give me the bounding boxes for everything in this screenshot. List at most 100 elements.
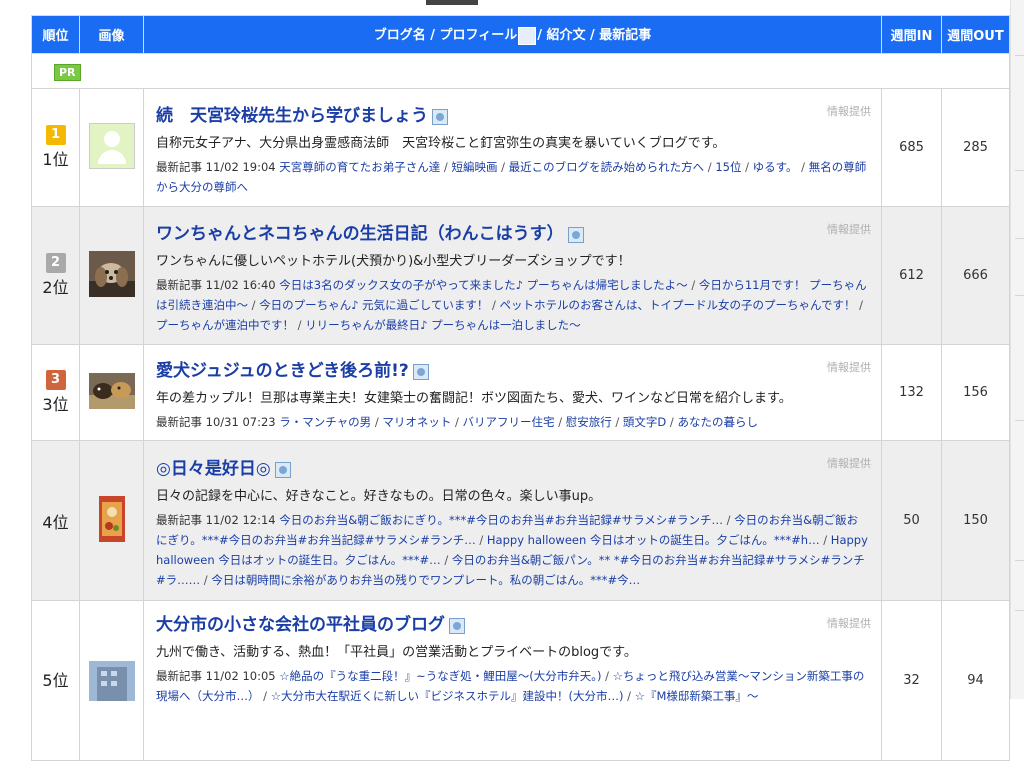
top-scroll-indicator	[426, 0, 478, 5]
no-image-avatar[interactable]	[88, 122, 135, 169]
profile-icon[interactable]	[274, 461, 291, 478]
blog-title-link[interactable]: ◎日々是好日◎	[156, 459, 271, 479]
latest-articles: 最新記事 11/02 12:14 今日のお弁当&朝ご飯おにぎり。***#今日のお…	[156, 513, 868, 587]
rank-label: 1位	[42, 150, 69, 169]
rank-cell: 2 2位	[31, 206, 80, 345]
rank-label: 2位	[42, 278, 69, 297]
table-row: 3 3位 愛犬ジュジュのときどき後ろ前!? 情報提供 年の差カップル！旦那は専業…	[31, 344, 1010, 441]
article-link[interactable]: リリーちゃんが最終日♪ プーちゃんは一泊しました～	[305, 318, 581, 332]
rank-cell: 1 1位	[31, 88, 80, 207]
info-provided-label[interactable]: 情報提供	[827, 615, 871, 631]
profile-icon[interactable]	[432, 108, 448, 125]
week-in-value: 32	[881, 600, 942, 761]
article-link[interactable]: 慰安旅行	[566, 415, 612, 429]
blog-description: ワンちゃんに優しいペットホテル(犬預かり)&小型犬ブリーダーズショップです！	[156, 254, 631, 269]
article-link[interactable]: ☆絶品の『うな重二段！』~うなぎ処・鯉田屋～(大分市弁天。)	[279, 669, 601, 683]
article-link[interactable]: 今日のお弁当&朝ご飯おにぎり。***#今日のお弁当#お弁当記録#サラメシ#ランチ…	[279, 513, 723, 527]
image-cell	[79, 440, 144, 601]
week-out-value: 666	[941, 206, 1010, 345]
dog-photo-thumbnail[interactable]	[88, 250, 135, 297]
article-link[interactable]: 今日のプーちゃん♪ 元気に過ごしています！	[259, 298, 488, 312]
info-provided-label[interactable]: 情報提供	[827, 103, 871, 119]
bronze-crown-icon: 3	[45, 370, 66, 390]
dogs-photo-thumbnail[interactable]	[88, 372, 135, 409]
food-photo-thumbnail[interactable]	[98, 495, 125, 542]
latest-date: 10/31 07:23	[205, 415, 276, 429]
article-link[interactable]: 最近このブログを読み始められた方へ	[509, 160, 705, 174]
article-link[interactable]: ラ・マンチャの男	[279, 415, 371, 429]
blog-cell: ワンちゃんとネコちゃんの生活日記（わんこはうす） 情報提供 ワンちゃんに優しいペ…	[143, 206, 882, 345]
week-in-value: 685	[881, 88, 942, 207]
rank-cell: 3 3位	[31, 344, 80, 441]
latest-date: 11/02 10:05	[205, 669, 276, 683]
header-week-out: 週間OUT	[941, 15, 1010, 54]
header-rank: 順位	[31, 15, 80, 54]
article-link[interactable]: 頭文字D	[623, 415, 666, 429]
blog-description: 年の差カップル！旦那は専業主夫！女建築士の奮闘記！ボツ図面たち、愛犬、ワインなど…	[156, 391, 792, 406]
profile-icon[interactable]	[412, 363, 429, 380]
latest-date: 11/02 16:40	[205, 278, 276, 292]
latest-label: 最新記事	[156, 669, 202, 683]
building-photo-thumbnail[interactable]	[88, 661, 135, 701]
info-provided-label[interactable]: 情報提供	[827, 221, 871, 237]
header-blog-intro-latest: / 紹介文 / 最新記事	[537, 28, 652, 44]
info-provided-label[interactable]: 情報提供	[827, 455, 871, 471]
header-blog: ブログ名 / プロフィール / 紹介文 / 最新記事	[143, 15, 882, 54]
article-link[interactable]: ペットホテルのお客さんは、トイプードル女の子のプーちゃんです！	[500, 298, 856, 312]
table-row: 4位 ◎日々是好日◎ 情報提供 日々の記録を中心に、好きなこと。好きなもの。日常…	[31, 440, 1010, 601]
image-cell	[79, 600, 144, 761]
latest-date: 11/02 19:04	[205, 160, 276, 174]
article-link[interactable]: 今日は朝時間に余裕がありお弁当の残りでワンプレート。私の朝ごはん。***#今…	[211, 573, 640, 587]
profile-icon[interactable]	[567, 226, 584, 243]
profile-icon[interactable]	[449, 617, 465, 634]
blog-description: 自称元女子アナ、大分県出身霊感商法師 天宮玲桜こと釘宮弥生の真実を暴いていくブロ…	[156, 136, 726, 151]
week-in-value: 50	[881, 440, 942, 601]
table-row: 1 1位 続 天宮玲桜先生から学びましょう 情報提供 自称元女子アナ、大分県出身…	[31, 88, 1010, 207]
article-link[interactable]: ゆるす。	[753, 160, 798, 174]
latest-label: 最新記事	[156, 513, 202, 527]
header-blog-name-profile: ブログ名 / プロフィール	[373, 28, 518, 44]
blog-title-link[interactable]: 続 天宮玲桜先生から学びましょう	[156, 106, 428, 126]
blog-title-link[interactable]: 大分市の小さな会社の平社員のブログ	[156, 615, 445, 635]
article-link[interactable]: マリオネット	[382, 415, 451, 429]
latest-label: 最新記事	[156, 415, 202, 429]
blog-cell: 大分市の小さな会社の平社員のブログ 情報提供 九州で働き、活動する、熱血！「平社…	[143, 600, 882, 761]
article-link[interactable]: 天宮尊師の育てたお弟子さん達	[279, 160, 440, 174]
blog-cell: ◎日々是好日◎ 情報提供 日々の記録を中心に、好きなこと。好きなもの。日常の色々…	[143, 440, 882, 601]
rank-label: 3位	[42, 395, 69, 414]
table-row: 2 2位 ワンちゃんとネコちゃんの生活日記（わんこはうす） 情報提供 ワンちゃん…	[31, 206, 1010, 345]
header-week-in: 週間IN	[881, 15, 942, 54]
article-link[interactable]: Happy halloween 今日はオットの誕生日。夕ごはん。***#h…	[487, 533, 820, 547]
article-link[interactable]: あなたの暮らし	[677, 415, 758, 429]
article-link[interactable]: 短編映画	[451, 160, 497, 174]
blog-description: 日々の記録を中心に、好きなこと。好きなもの。日常の色々。楽しい事up。	[156, 489, 602, 504]
image-cell	[79, 344, 144, 441]
rank-cell: 5位	[31, 600, 80, 761]
latest-date: 11/02 12:14	[205, 513, 276, 527]
article-link[interactable]: プーちゃんが連泊中です！	[156, 318, 294, 332]
week-in-value: 132	[881, 344, 942, 441]
article-link[interactable]: ☆大分市大在駅近くに新しい『ビジネスホテル』建設中！(大分市…)	[271, 689, 624, 703]
article-link[interactable]: 15位	[715, 160, 741, 174]
silver-crown-icon: 2	[45, 253, 66, 273]
article-link[interactable]: バリアフリー住宅	[463, 415, 555, 429]
blog-title-link[interactable]: ワンちゃんとネコちゃんの生活日記（わんこはうす）	[156, 224, 564, 244]
article-link[interactable]: ☆『M様邸新築工事』～	[635, 689, 759, 703]
right-side-panel	[1010, 0, 1024, 699]
latest-label: 最新記事	[156, 160, 202, 174]
blog-cell: 続 天宮玲桜先生から学びましょう 情報提供 自称元女子アナ、大分県出身霊感商法師…	[143, 88, 882, 207]
latest-label: 最新記事	[156, 278, 202, 292]
image-cell	[79, 88, 144, 207]
info-provided-label[interactable]: 情報提供	[827, 359, 871, 375]
article-link[interactable]: 今日は3名のダックス女の子がやって来ました♪ プーちゃんは帰宅しましたよ～	[279, 278, 687, 292]
rank-label: 5位	[42, 671, 69, 690]
blog-title-link[interactable]: 愛犬ジュジュのときどき後ろ前!?	[156, 361, 409, 381]
gold-crown-icon: 1	[45, 125, 66, 145]
blog-description: 九州で働き、活動する、熱血！「平社員」の営業活動とプライベートのblogです。	[156, 645, 637, 660]
profile-icon	[518, 26, 537, 45]
pr-badge[interactable]: PR	[54, 64, 81, 81]
image-cell	[79, 206, 144, 345]
table-row: 5位 大分市の小さな会社の平社員のブログ 情報提供 九州で働き、活動する、熱血！…	[31, 600, 1010, 761]
week-out-value: 285	[941, 88, 1010, 207]
latest-articles: 最新記事 11/02 16:40 今日は3名のダックス女の子がやって来ました♪ …	[156, 278, 867, 332]
